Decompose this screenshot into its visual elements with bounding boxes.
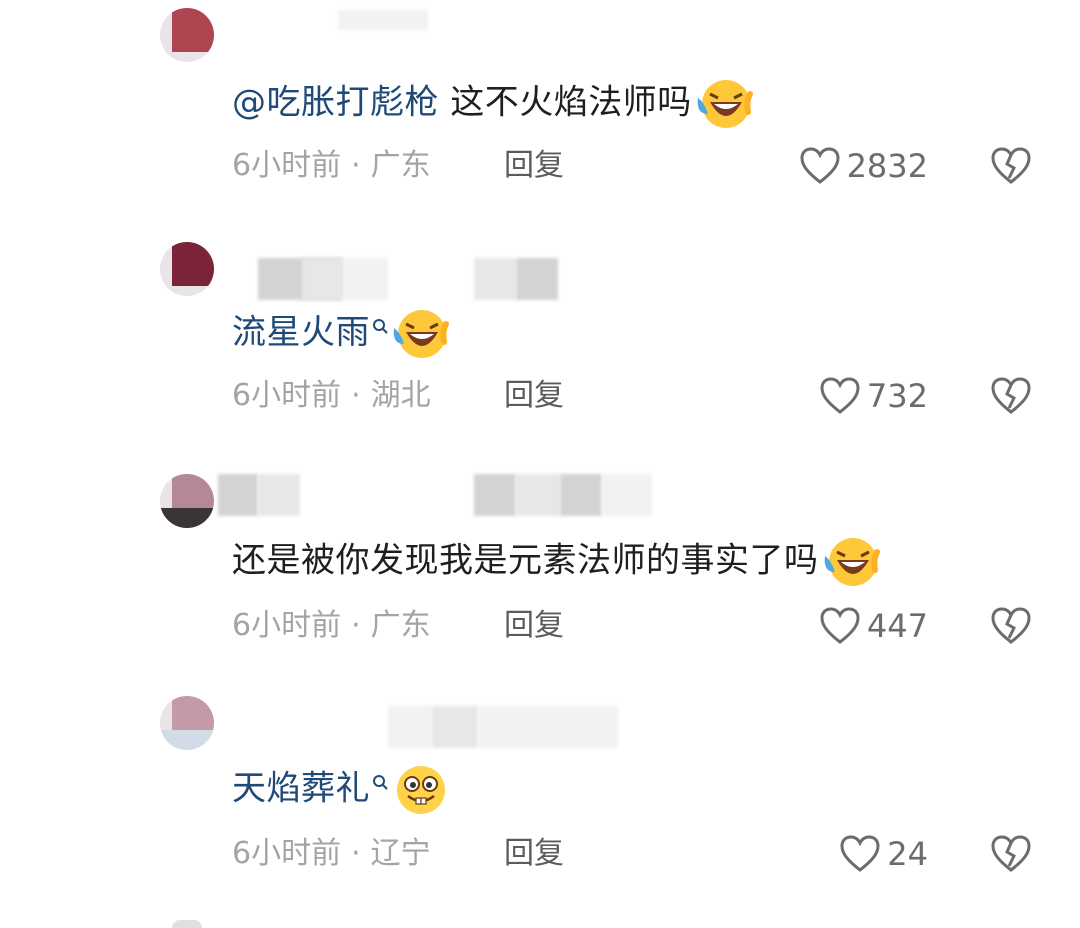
buck-teeth-smile-emoji [397, 766, 445, 814]
comment-time: 6小时前 [232, 148, 342, 183]
comment-meta: 6小时前 · 广东 [232, 606, 431, 646]
search-icon [373, 319, 388, 334]
avatar[interactable] [160, 696, 214, 750]
broken-heart-icon[interactable] [990, 145, 1032, 187]
like-count: 732 [866, 377, 928, 415]
next-comment-avatar-partial[interactable] [172, 920, 202, 928]
heart-icon [820, 377, 860, 414]
laugh-cry-emoji [393, 310, 449, 358]
avatar[interactable] [160, 8, 214, 62]
broken-heart-icon[interactable] [990, 375, 1032, 417]
heart-icon [820, 607, 860, 644]
comment-location: 广东 [370, 148, 431, 183]
like-button[interactable]: 732 [819, 376, 928, 416]
reply-button[interactable]: 回复 [504, 376, 564, 416]
comment-text: 天焰葬礼 [232, 764, 450, 816]
reply-button[interactable]: 回复 [504, 606, 564, 646]
avatar[interactable] [160, 474, 214, 528]
comment-time: 6小时前 [232, 608, 342, 643]
comment-body: 这不火焰法师吗 [439, 82, 692, 123]
comment-meta: 6小时前 · 辽宁 [232, 834, 431, 874]
comment-text: @吃胀打彪枪 这不火焰法师吗 [232, 78, 754, 130]
search-icon [373, 775, 388, 790]
comment-time: 6小时前 [232, 378, 342, 413]
reply-button[interactable]: 回复 [504, 834, 564, 874]
like-count: 2832 [846, 147, 928, 185]
meta-separator: · [351, 378, 361, 413]
comment-item: @吃胀打彪枪 这不火焰法师吗 6小时前 · 广东 回复 2832 [0, 0, 1080, 232]
heart-icon [840, 835, 880, 872]
heart-icon [800, 147, 840, 184]
search-tag-link[interactable]: 流星火雨 [232, 313, 370, 353]
meta-separator: · [351, 836, 361, 871]
laugh-cry-emoji [824, 538, 880, 586]
meta-separator: · [351, 148, 361, 183]
mention-link[interactable]: @吃胀打彪枪 [232, 83, 439, 123]
laugh-cry-emoji [697, 80, 753, 128]
comment-item: 流星火雨 6小时前 · 湖北 回复 732 [0, 232, 1080, 464]
meta-separator: · [351, 608, 361, 643]
comment-meta: 6小时前 · 广东 [232, 146, 431, 186]
comment-item: 还是被你发现我是元素法师的事实了吗 6小时前 · 广东 回复 447 [0, 464, 1080, 696]
comment-text: 流星火雨 [232, 308, 450, 360]
comment-time: 6小时前 [232, 836, 342, 871]
like-count: 447 [866, 607, 928, 645]
comment-location: 广东 [370, 608, 431, 643]
broken-heart-icon[interactable] [990, 605, 1032, 647]
like-button[interactable]: 24 [839, 834, 928, 874]
reply-button[interactable]: 回复 [504, 146, 564, 186]
comment-item: 天焰葬礼 6小时前 · 辽宁 回复 24 [0, 696, 1080, 928]
comment-text: 还是被你发现我是元素法师的事实了吗 [232, 536, 881, 588]
comment-location: 辽宁 [370, 836, 431, 871]
like-button[interactable]: 447 [819, 606, 928, 646]
broken-heart-icon[interactable] [990, 833, 1032, 875]
comment-location: 湖北 [370, 378, 431, 413]
comment-body: 还是被你发现我是元素法师的事实了吗 [232, 540, 819, 581]
like-count: 24 [887, 835, 928, 873]
search-tag-link[interactable]: 天焰葬礼 [232, 769, 370, 809]
comment-meta: 6小时前 · 湖北 [232, 376, 431, 416]
like-button[interactable]: 2832 [799, 146, 928, 186]
avatar[interactable] [160, 242, 214, 296]
